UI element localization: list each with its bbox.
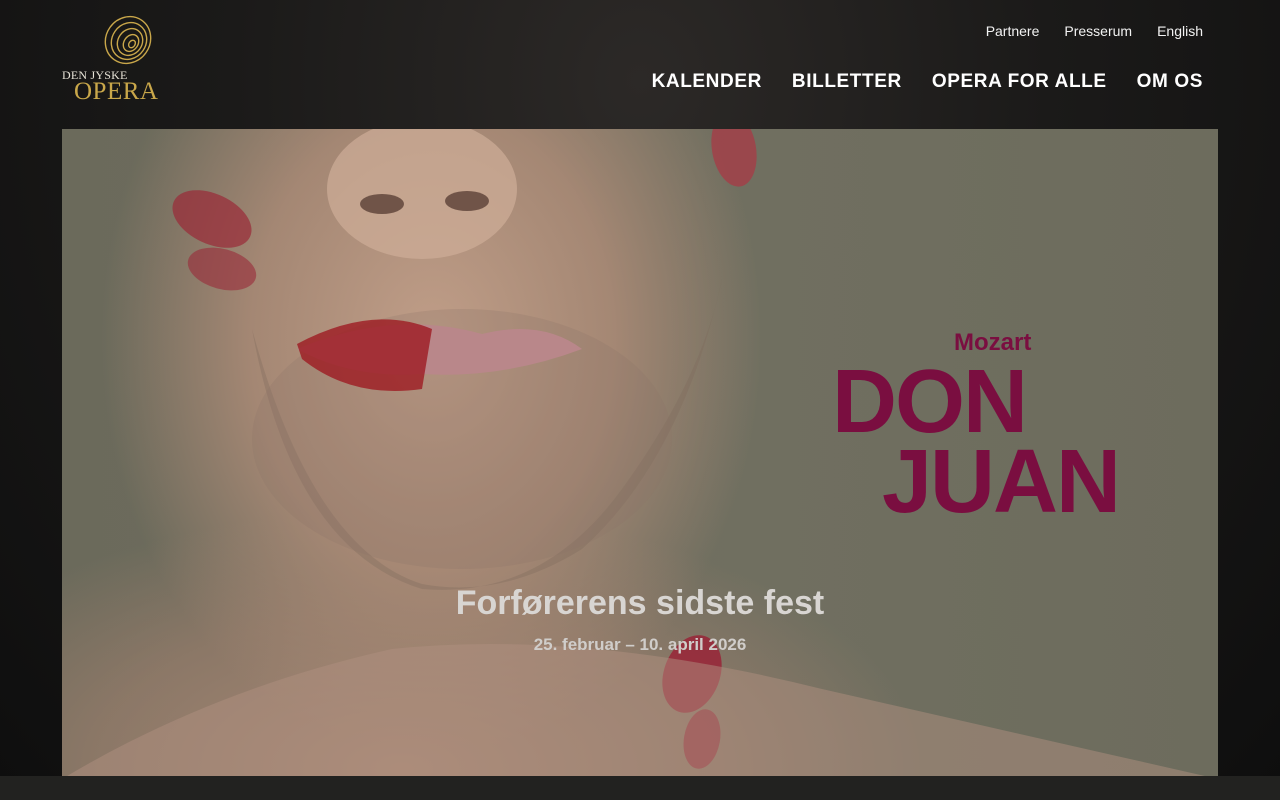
nav-link-opera-for-alle[interactable]: OPERA FOR ALLE (932, 71, 1107, 93)
hero-headline: Forførerens sidste fest (455, 584, 825, 622)
show-title-line2: JUAN (882, 432, 1121, 532)
main-navigation: KALENDER BILLETTER OPERA FOR ALLE OM OS (652, 71, 1203, 93)
util-link-partnere[interactable]: Partnere (986, 23, 1040, 39)
hero-banner-don-juan[interactable]: Mozart DON JUAN Forførerens sidste fest … (62, 129, 1218, 779)
hero-dates: 25. februar – 10. april 2026 (533, 635, 747, 654)
utility-navigation: Partnere Presserum English (986, 23, 1203, 39)
opera-spiral-icon (104, 15, 152, 65)
bottom-bar (0, 776, 1280, 800)
den-jyske-opera-logo[interactable]: DEN JYSKE OPERA (62, 14, 164, 106)
nav-link-om-os[interactable]: OM OS (1137, 71, 1203, 93)
logo-text-opera: OPERA (74, 78, 159, 105)
util-link-presserum[interactable]: Presserum (1064, 23, 1132, 39)
util-link-english[interactable]: English (1157, 23, 1203, 39)
nav-link-billetter[interactable]: BILLETTER (792, 71, 902, 93)
nav-link-kalender[interactable]: KALENDER (652, 71, 762, 93)
